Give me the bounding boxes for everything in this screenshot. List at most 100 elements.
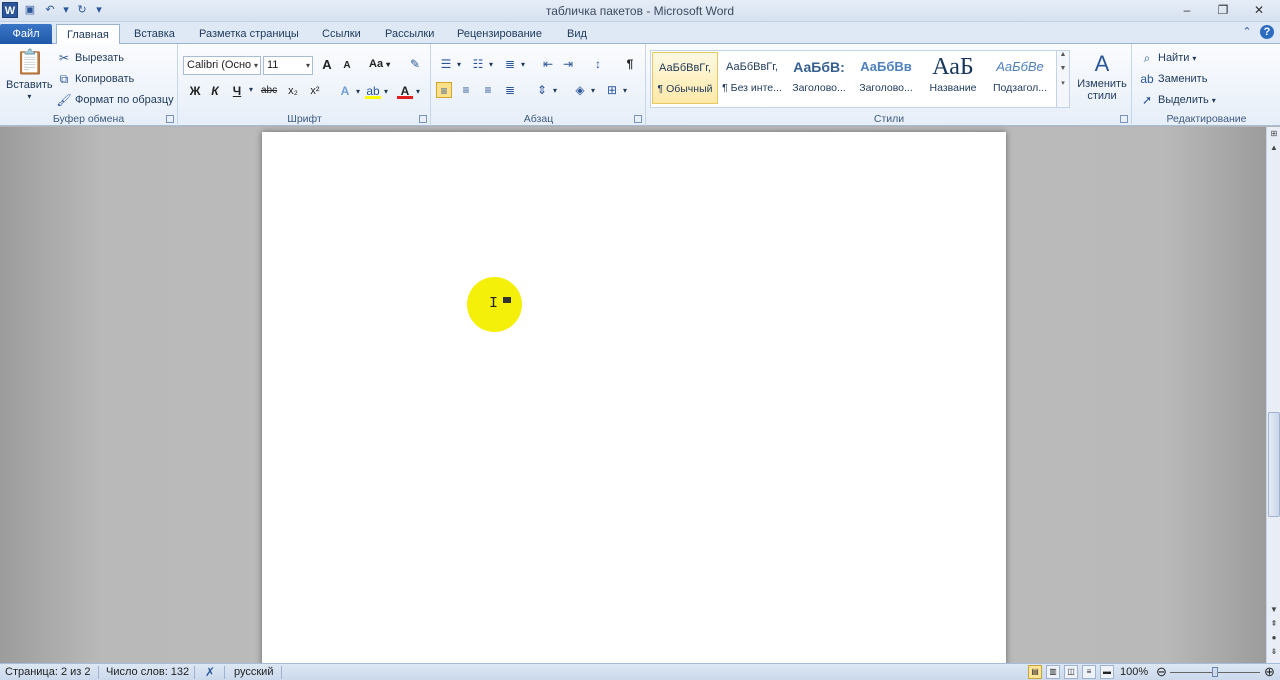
sort-icon[interactable]: ↕: [590, 56, 606, 72]
scroll-down-icon[interactable]: ▼: [1267, 603, 1280, 617]
minimize-ribbon-icon[interactable]: ⌃: [1240, 25, 1254, 39]
bullet-list-icon: ☰: [440, 57, 452, 71]
paragraph-launcher-icon[interactable]: [634, 115, 642, 123]
shrink-font-icon[interactable]: A: [339, 58, 355, 74]
font-color-button[interactable]: A ▾: [397, 83, 420, 99]
align-center-icon[interactable]: ≡: [458, 82, 474, 98]
text-effects-button[interactable]: A ▾: [337, 83, 360, 99]
proofing-icon[interactable]: ✗: [202, 664, 218, 680]
styles-group: АаБбВвГг, ¶ Обычный АаБбВвГг, ¶ Без инте…: [647, 44, 1132, 126]
style-name: Заголово...: [859, 82, 913, 94]
outline-view-icon[interactable]: ≡: [1082, 665, 1096, 679]
subscript-button[interactable]: x₂: [285, 83, 301, 99]
styles-gallery-scroll[interactable]: ▲ ▼ ▾: [1056, 51, 1069, 107]
tab-home[interactable]: Главная: [56, 24, 120, 45]
highlight-button[interactable]: ab ▾: [365, 83, 388, 99]
numbering-button[interactable]: ☷ ▾: [470, 56, 493, 72]
page-counter[interactable]: Страница: 2 из 2: [5, 666, 91, 678]
change-case-button[interactable]: Aa ▾: [369, 58, 390, 70]
underline-dropdown-icon[interactable]: ▾: [249, 85, 253, 94]
tab-view[interactable]: Вид: [557, 24, 597, 44]
italic-button[interactable]: К: [207, 83, 223, 99]
style-normal[interactable]: АаБбВвГг, ¶ Обычный: [652, 52, 718, 104]
bold-button[interactable]: Ж: [187, 83, 203, 99]
ruler-toggle-icon[interactable]: ⊞: [1267, 127, 1280, 141]
highlighter-icon: ab: [365, 84, 381, 99]
font-name-combo[interactable]: Calibri (Осно ▾: [183, 56, 261, 75]
zoom-slider-thumb[interactable]: [1212, 667, 1218, 677]
paintbrush-icon: 🖌: [56, 93, 72, 107]
web-layout-icon[interactable]: ◫: [1064, 665, 1078, 679]
clear-formatting-icon[interactable]: ✎: [407, 56, 423, 72]
zoom-in-icon[interactable]: ⊕: [1264, 664, 1275, 680]
style-subtitle[interactable]: АаБбВе Подзагол...: [987, 52, 1053, 104]
styles-group-label: Стили: [873, 113, 905, 125]
select-button[interactable]: ➚ Выделить ▾: [1139, 92, 1216, 108]
print-layout-view-icon[interactable]: ▤: [1028, 665, 1042, 679]
minimize-button[interactable]: –: [1176, 2, 1198, 18]
tab-references[interactable]: Ссылки: [312, 24, 371, 44]
style-title[interactable]: АаБ Название: [920, 52, 986, 104]
full-screen-reading-icon[interactable]: ▥: [1046, 665, 1060, 679]
tab-page-layout[interactable]: Разметка страницы: [189, 24, 309, 44]
browse-object-icon[interactable]: ●: [1267, 631, 1280, 645]
tab-file[interactable]: Файл: [0, 24, 52, 44]
paste-icon: 📋: [15, 49, 46, 76]
paste-button[interactable]: 📋 Вставить ▾: [6, 48, 53, 101]
format-painter-button[interactable]: 🖌 Формат по образцу: [56, 92, 173, 108]
numbered-list-icon: ☷: [472, 57, 484, 71]
multilevel-list-button[interactable]: ≣ ▾: [502, 56, 525, 72]
window-title: табличка пакетов - Microsoft Word: [545, 4, 735, 18]
clipboard-launcher-icon[interactable]: [166, 115, 174, 123]
style-preview: АаБбВв: [860, 59, 912, 74]
tab-review[interactable]: Рецензирование: [447, 24, 552, 44]
zoom-level[interactable]: 100%: [1120, 666, 1148, 678]
replace-button[interactable]: ab Заменить: [1139, 71, 1207, 87]
align-left-icon[interactable]: ≡: [436, 82, 452, 98]
draft-view-icon[interactable]: ▬: [1100, 665, 1114, 679]
justify-icon[interactable]: ≣: [502, 82, 518, 98]
document-page[interactable]: [262, 132, 1006, 672]
cut-button[interactable]: ✂ Вырезать: [56, 50, 124, 66]
restore-button[interactable]: ❐: [1212, 2, 1234, 18]
help-icon[interactable]: ?: [1260, 25, 1274, 39]
tab-mailings[interactable]: Рассылки: [375, 24, 444, 44]
window-controls: – ❐ ✕: [1176, 2, 1270, 18]
change-styles-button[interactable]: A Изменить стили: [1075, 50, 1129, 102]
cut-label: Вырезать: [75, 52, 124, 64]
style-heading-1[interactable]: АаБбВ: Заголово...: [786, 52, 852, 104]
underline-button[interactable]: Ч: [229, 83, 245, 99]
superscript-button[interactable]: x²: [307, 83, 323, 99]
style-no-spacing[interactable]: АаБбВвГг, ¶ Без инте...: [719, 52, 785, 104]
language-indicator[interactable]: русский: [234, 666, 273, 678]
strikethrough-button[interactable]: abc: [261, 83, 277, 99]
increase-indent-icon[interactable]: ⇥: [560, 56, 576, 72]
scroll-thumb[interactable]: [1268, 412, 1280, 517]
decrease-indent-icon[interactable]: ⇤: [540, 56, 556, 72]
align-right-icon[interactable]: ≡: [480, 82, 496, 98]
zoom-out-icon[interactable]: ⊖: [1156, 664, 1167, 680]
show-formatting-marks-icon[interactable]: ¶: [622, 56, 638, 72]
vertical-scrollbar[interactable]: ⊞ ▲ ▼ ⇞ ● ⇟: [1266, 127, 1280, 663]
select-arrow-icon: ➚: [1141, 93, 1153, 107]
line-spacing-button[interactable]: ⇕ ▾: [534, 82, 557, 98]
shading-button[interactable]: ◈ ▾: [572, 82, 595, 98]
word-count[interactable]: Число слов: 132: [106, 666, 189, 678]
style-heading-2[interactable]: АаБбВв Заголово...: [853, 52, 919, 104]
borders-button[interactable]: ⊞ ▾: [604, 82, 627, 98]
find-button[interactable]: ⌕ Найти ▾: [1139, 50, 1197, 66]
font-launcher-icon[interactable]: [419, 115, 427, 123]
copy-button[interactable]: ⧉ Копировать: [56, 71, 135, 87]
styles-launcher-icon[interactable]: [1120, 115, 1128, 123]
close-button[interactable]: ✕: [1248, 2, 1270, 18]
tab-insert[interactable]: Вставка: [124, 24, 185, 44]
scroll-up-icon[interactable]: ▲: [1267, 141, 1280, 155]
bullets-button[interactable]: ☰ ▾: [438, 56, 461, 72]
font-color-icon: A: [397, 83, 413, 99]
font-size-combo[interactable]: 11 ▾: [263, 56, 313, 75]
grow-font-icon[interactable]: A: [319, 57, 335, 73]
next-page-icon[interactable]: ⇟: [1267, 645, 1280, 659]
change-case-label: Aa: [369, 58, 384, 70]
clipboard-group: 📋 Вставить ▾ ✂ Вырезать ⧉ Копировать 🖌 Ф…: [0, 44, 178, 126]
previous-page-icon[interactable]: ⇞: [1267, 617, 1280, 631]
